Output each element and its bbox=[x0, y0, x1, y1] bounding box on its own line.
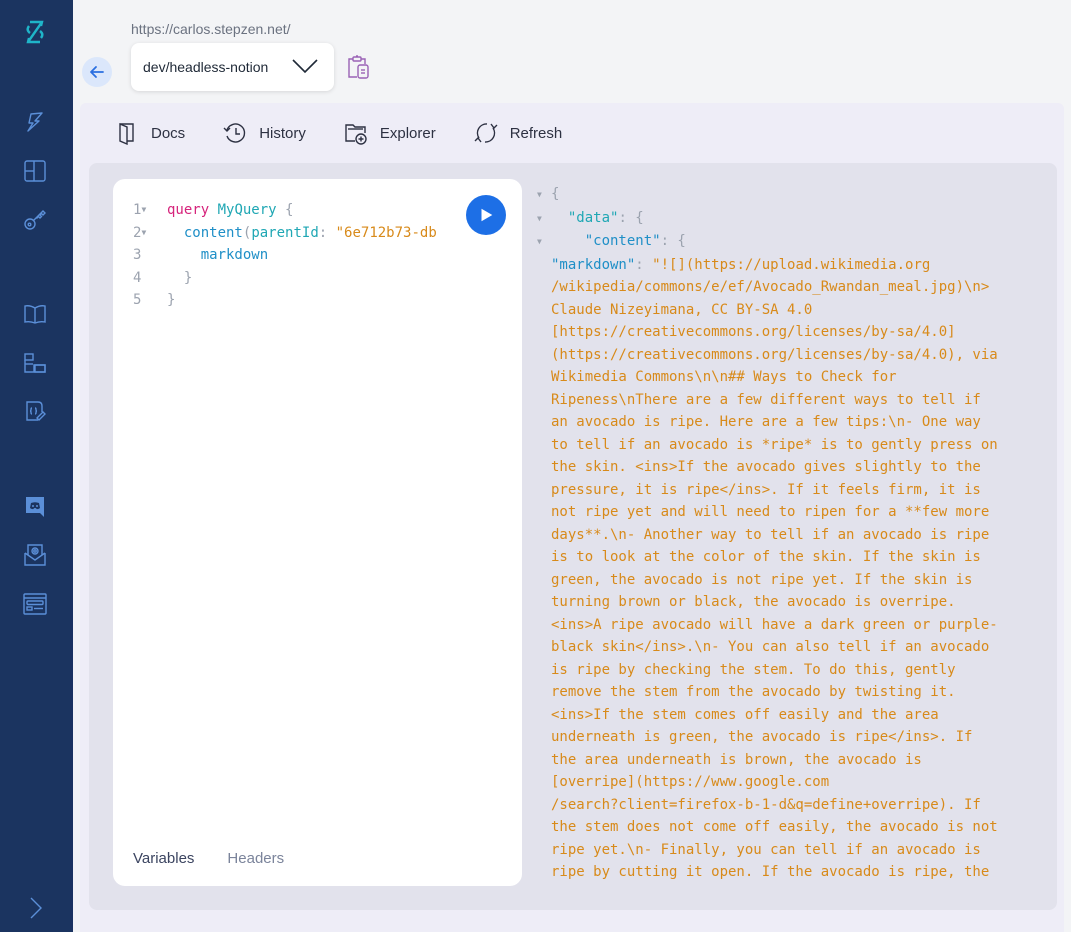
bolt-icon bbox=[27, 112, 43, 132]
brace: { bbox=[551, 186, 560, 202]
sidebar-item-blog[interactable] bbox=[22, 591, 48, 617]
browser-icon bbox=[23, 593, 47, 615]
result-line: ▼ "data": { bbox=[537, 207, 1037, 231]
stepzen-logo-icon[interactable] bbox=[21, 18, 49, 46]
keyword: query bbox=[167, 202, 210, 218]
endpoint-url: https://carlos.stepzen.net/ bbox=[131, 21, 291, 37]
operation-name: MyQuery bbox=[217, 202, 277, 218]
code-line: 2▼ content(parentId: "6e712b73-db bbox=[133, 222, 453, 245]
endpoint-select-value: dev/headless-notion bbox=[143, 59, 269, 75]
brace: { bbox=[285, 202, 294, 218]
tab-headers[interactable]: Headers bbox=[227, 850, 284, 867]
result-line: ▼ "content": { bbox=[537, 230, 1037, 254]
line-number: 5 bbox=[133, 292, 142, 308]
blocks-icon bbox=[24, 353, 46, 373]
argument-value: "6e712b73-db bbox=[335, 224, 437, 241]
mail-icon bbox=[24, 544, 46, 566]
key-icon bbox=[24, 210, 46, 230]
toolbar: Docs History Explorer Refresh bbox=[89, 108, 600, 158]
json-key-content: "content" bbox=[584, 233, 661, 249]
copy-endpoint-button[interactable] bbox=[343, 52, 373, 82]
code-file-icon bbox=[26, 401, 46, 421]
sidebar-item-dashboard[interactable] bbox=[22, 158, 48, 184]
chevron-down-icon bbox=[292, 59, 318, 74]
layout-icon bbox=[24, 160, 46, 182]
sidebar-item-blocks[interactable] bbox=[22, 350, 48, 376]
docs-button[interactable]: Docs bbox=[115, 121, 185, 145]
fold-icon[interactable]: ▼ bbox=[537, 207, 551, 231]
discord-icon bbox=[26, 497, 44, 517]
field-name: markdown bbox=[200, 247, 269, 263]
run-query-button[interactable] bbox=[466, 195, 506, 235]
code-line: 5} bbox=[133, 289, 453, 312]
sidebar-item-schema[interactable] bbox=[22, 398, 48, 424]
fold-icon[interactable]: ▼ bbox=[141, 228, 146, 237]
line-number: 3 bbox=[133, 247, 142, 263]
chevron-right-icon bbox=[30, 897, 42, 919]
tab-variables[interactable]: Variables bbox=[133, 850, 194, 867]
book-icon bbox=[24, 305, 46, 324]
result-viewer[interactable]: ▼{ ▼ "data": { ▼ "content": { "markdown"… bbox=[537, 183, 1037, 884]
endpoint-select[interactable]: dev/headless-notion bbox=[131, 43, 334, 91]
query-editor[interactable]: 1▼ query MyQuery { 2▼ content(parentId: "… bbox=[113, 179, 522, 886]
editor-tabs: Variables Headers bbox=[133, 850, 317, 867]
result-line: ▼{ bbox=[537, 183, 1037, 207]
line-number: 4 bbox=[133, 269, 142, 286]
sidebar-item-discord[interactable] bbox=[22, 494, 48, 520]
arrow-left-icon bbox=[90, 66, 104, 78]
json-key-data: "data" bbox=[567, 209, 619, 226]
back-button[interactable] bbox=[82, 57, 112, 87]
sidebar-item-keys[interactable] bbox=[22, 206, 48, 232]
json-markdown-entry: "markdown": "![](https://upload.wikimedi… bbox=[551, 256, 998, 881]
fold-icon[interactable]: ▼ bbox=[141, 205, 146, 214]
explorer-label: Explorer bbox=[379, 124, 436, 142]
query-code[interactable]: 1▼ query MyQuery { 2▼ content(parentId: "… bbox=[133, 199, 453, 312]
field-name: content bbox=[183, 224, 243, 241]
explorer-button[interactable]: Explorer bbox=[344, 121, 436, 145]
refresh-icon bbox=[474, 123, 498, 143]
refresh-button[interactable]: Refresh bbox=[474, 121, 563, 145]
json-markdown-value: "![](https://upload.wikimedia.org /wikip… bbox=[551, 256, 998, 881]
docs-icon bbox=[119, 122, 134, 145]
folder-plus-icon bbox=[345, 124, 367, 145]
brace: } bbox=[167, 292, 176, 308]
history-icon bbox=[223, 123, 246, 143]
sidebar-item-docs[interactable] bbox=[22, 301, 48, 327]
docs-label: Docs bbox=[151, 124, 186, 142]
history-label: History bbox=[259, 124, 306, 142]
code-line: 1▼ query MyQuery { bbox=[133, 199, 453, 222]
fold-icon[interactable]: ▼ bbox=[537, 183, 551, 207]
sidebar-item-quickstart[interactable] bbox=[22, 109, 48, 135]
fold-icon[interactable]: ▼ bbox=[537, 230, 551, 254]
play-icon bbox=[481, 208, 493, 222]
code-line: 4 } bbox=[133, 267, 453, 290]
sidebar bbox=[0, 0, 73, 932]
sidebar-expand-button[interactable] bbox=[22, 895, 48, 921]
code-line: 3 markdown bbox=[133, 244, 453, 267]
sidebar-item-contact[interactable] bbox=[22, 542, 48, 568]
history-button[interactable]: History bbox=[223, 121, 306, 145]
json-key-markdown: "markdown" bbox=[551, 256, 636, 273]
clipboard-icon bbox=[348, 55, 369, 79]
refresh-label: Refresh bbox=[509, 124, 563, 142]
argument-name: parentId bbox=[251, 224, 319, 241]
brace: } bbox=[183, 269, 193, 286]
